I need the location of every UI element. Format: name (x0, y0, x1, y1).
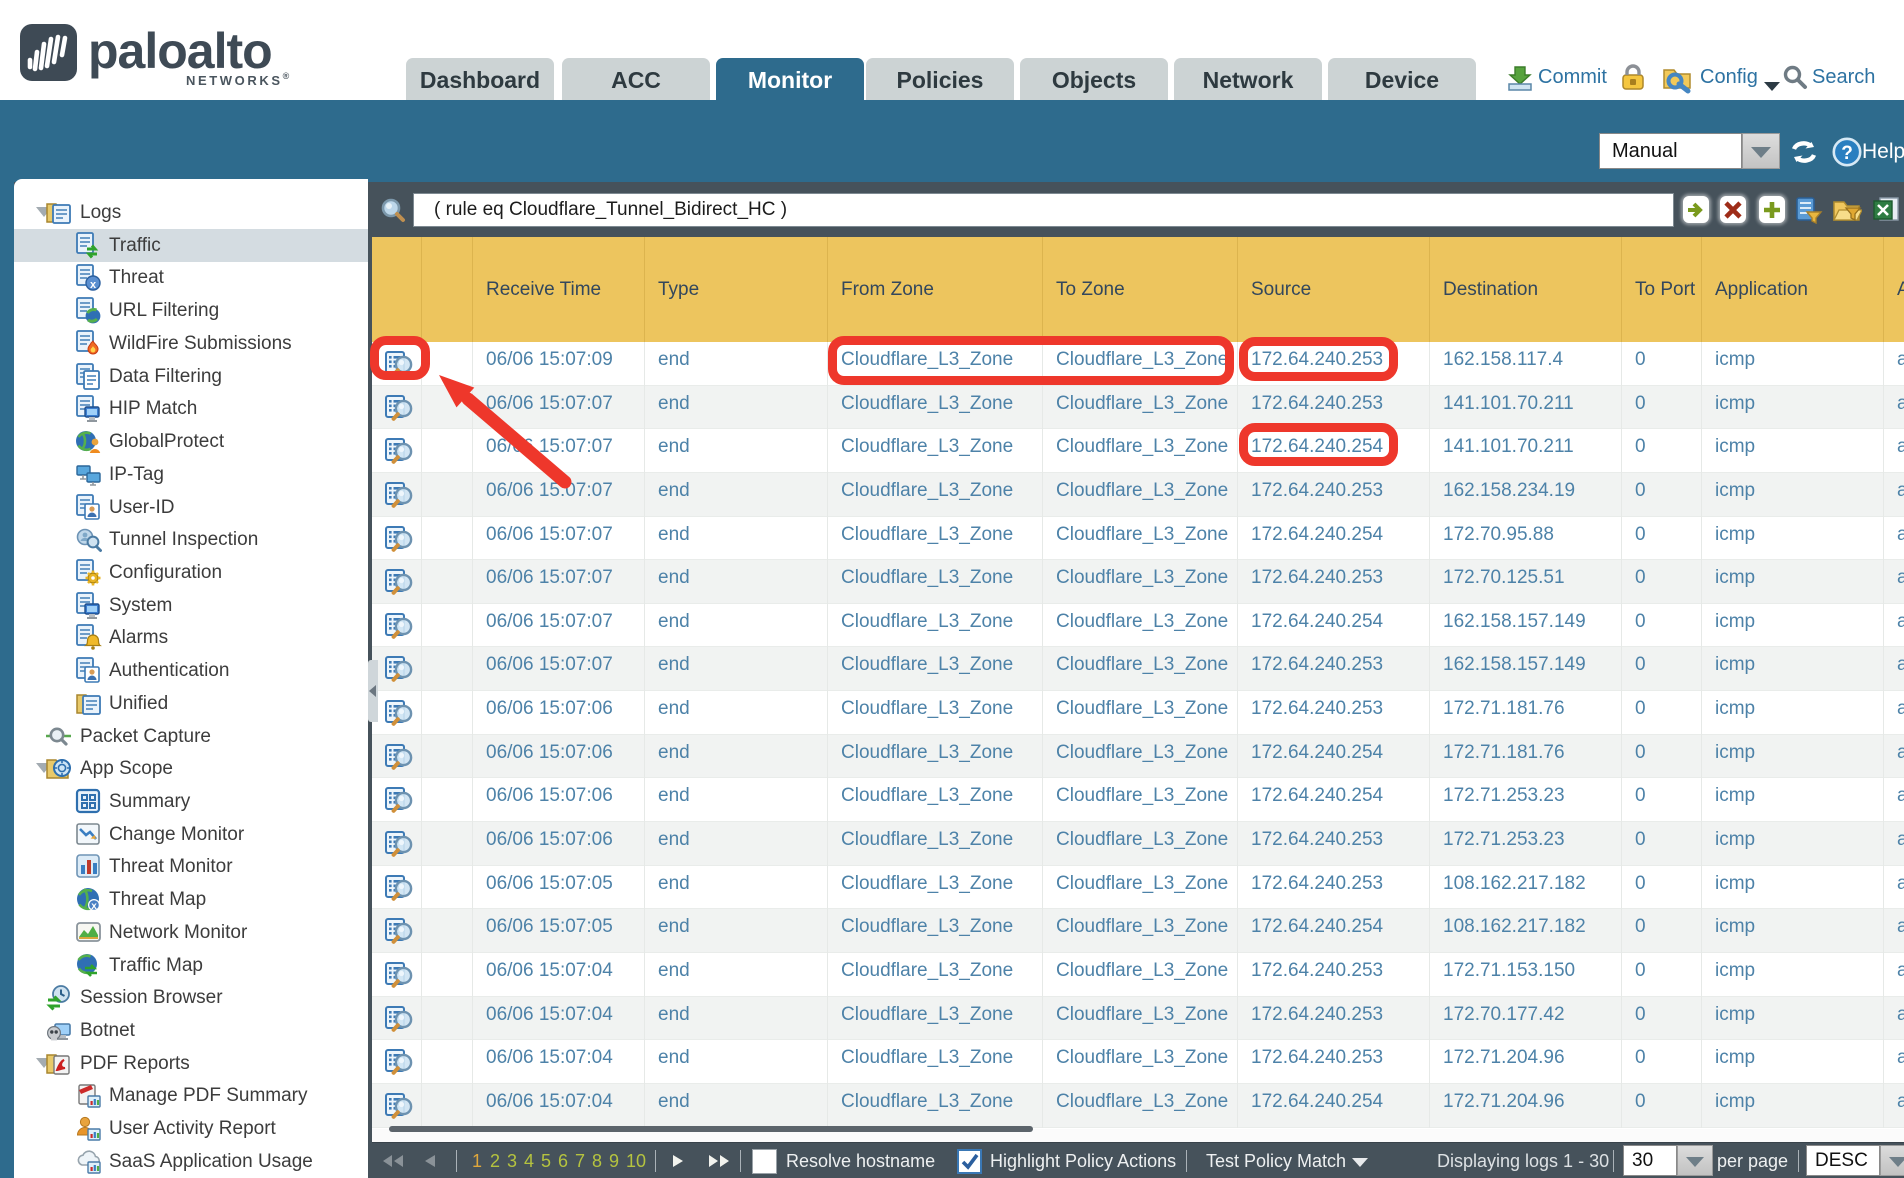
svg-text:?: ? (1841, 143, 1853, 164)
svg-text:x: x (90, 279, 97, 291)
svg-text:x: x (91, 901, 97, 912)
